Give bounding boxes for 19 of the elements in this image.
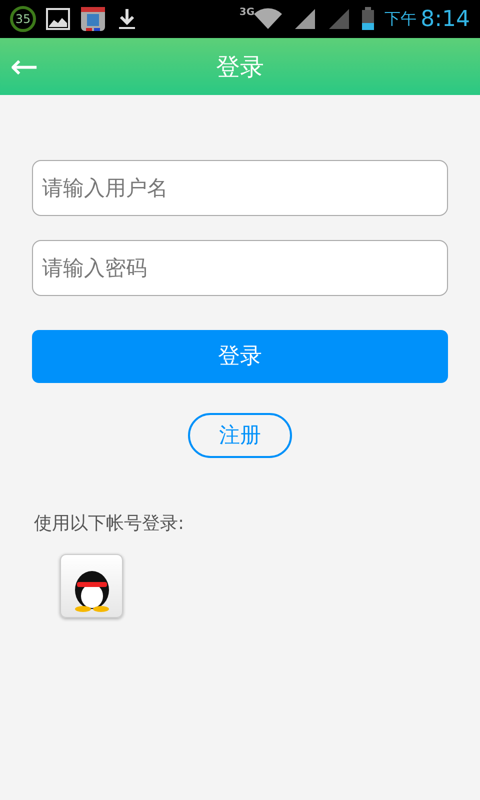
wifi-icon	[252, 8, 283, 30]
login-button[interactable]: 登录	[32, 330, 448, 383]
battery-icon	[360, 7, 375, 31]
network-type: 3G	[239, 6, 255, 20]
clock-time: 8:14	[420, 6, 470, 34]
register-button[interactable]: 注册	[188, 413, 292, 458]
notification-badge: 35	[10, 6, 36, 32]
download-icon	[116, 7, 138, 31]
time-period: 下午	[384, 8, 417, 30]
password-field[interactable]: 请输入密码	[32, 240, 448, 296]
other-login-label: 使用以下帐号登录:	[34, 512, 186, 536]
social-login-button[interactable]	[60, 554, 123, 618]
signal-icon	[326, 8, 351, 30]
signal-icon	[292, 8, 317, 30]
store-icon	[80, 6, 106, 32]
username-field[interactable]: 请输入用户名	[32, 160, 448, 216]
back-button[interactable]: ←	[0, 50, 48, 84]
image-icon	[46, 8, 70, 30]
page-title: 登录	[216, 52, 264, 82]
